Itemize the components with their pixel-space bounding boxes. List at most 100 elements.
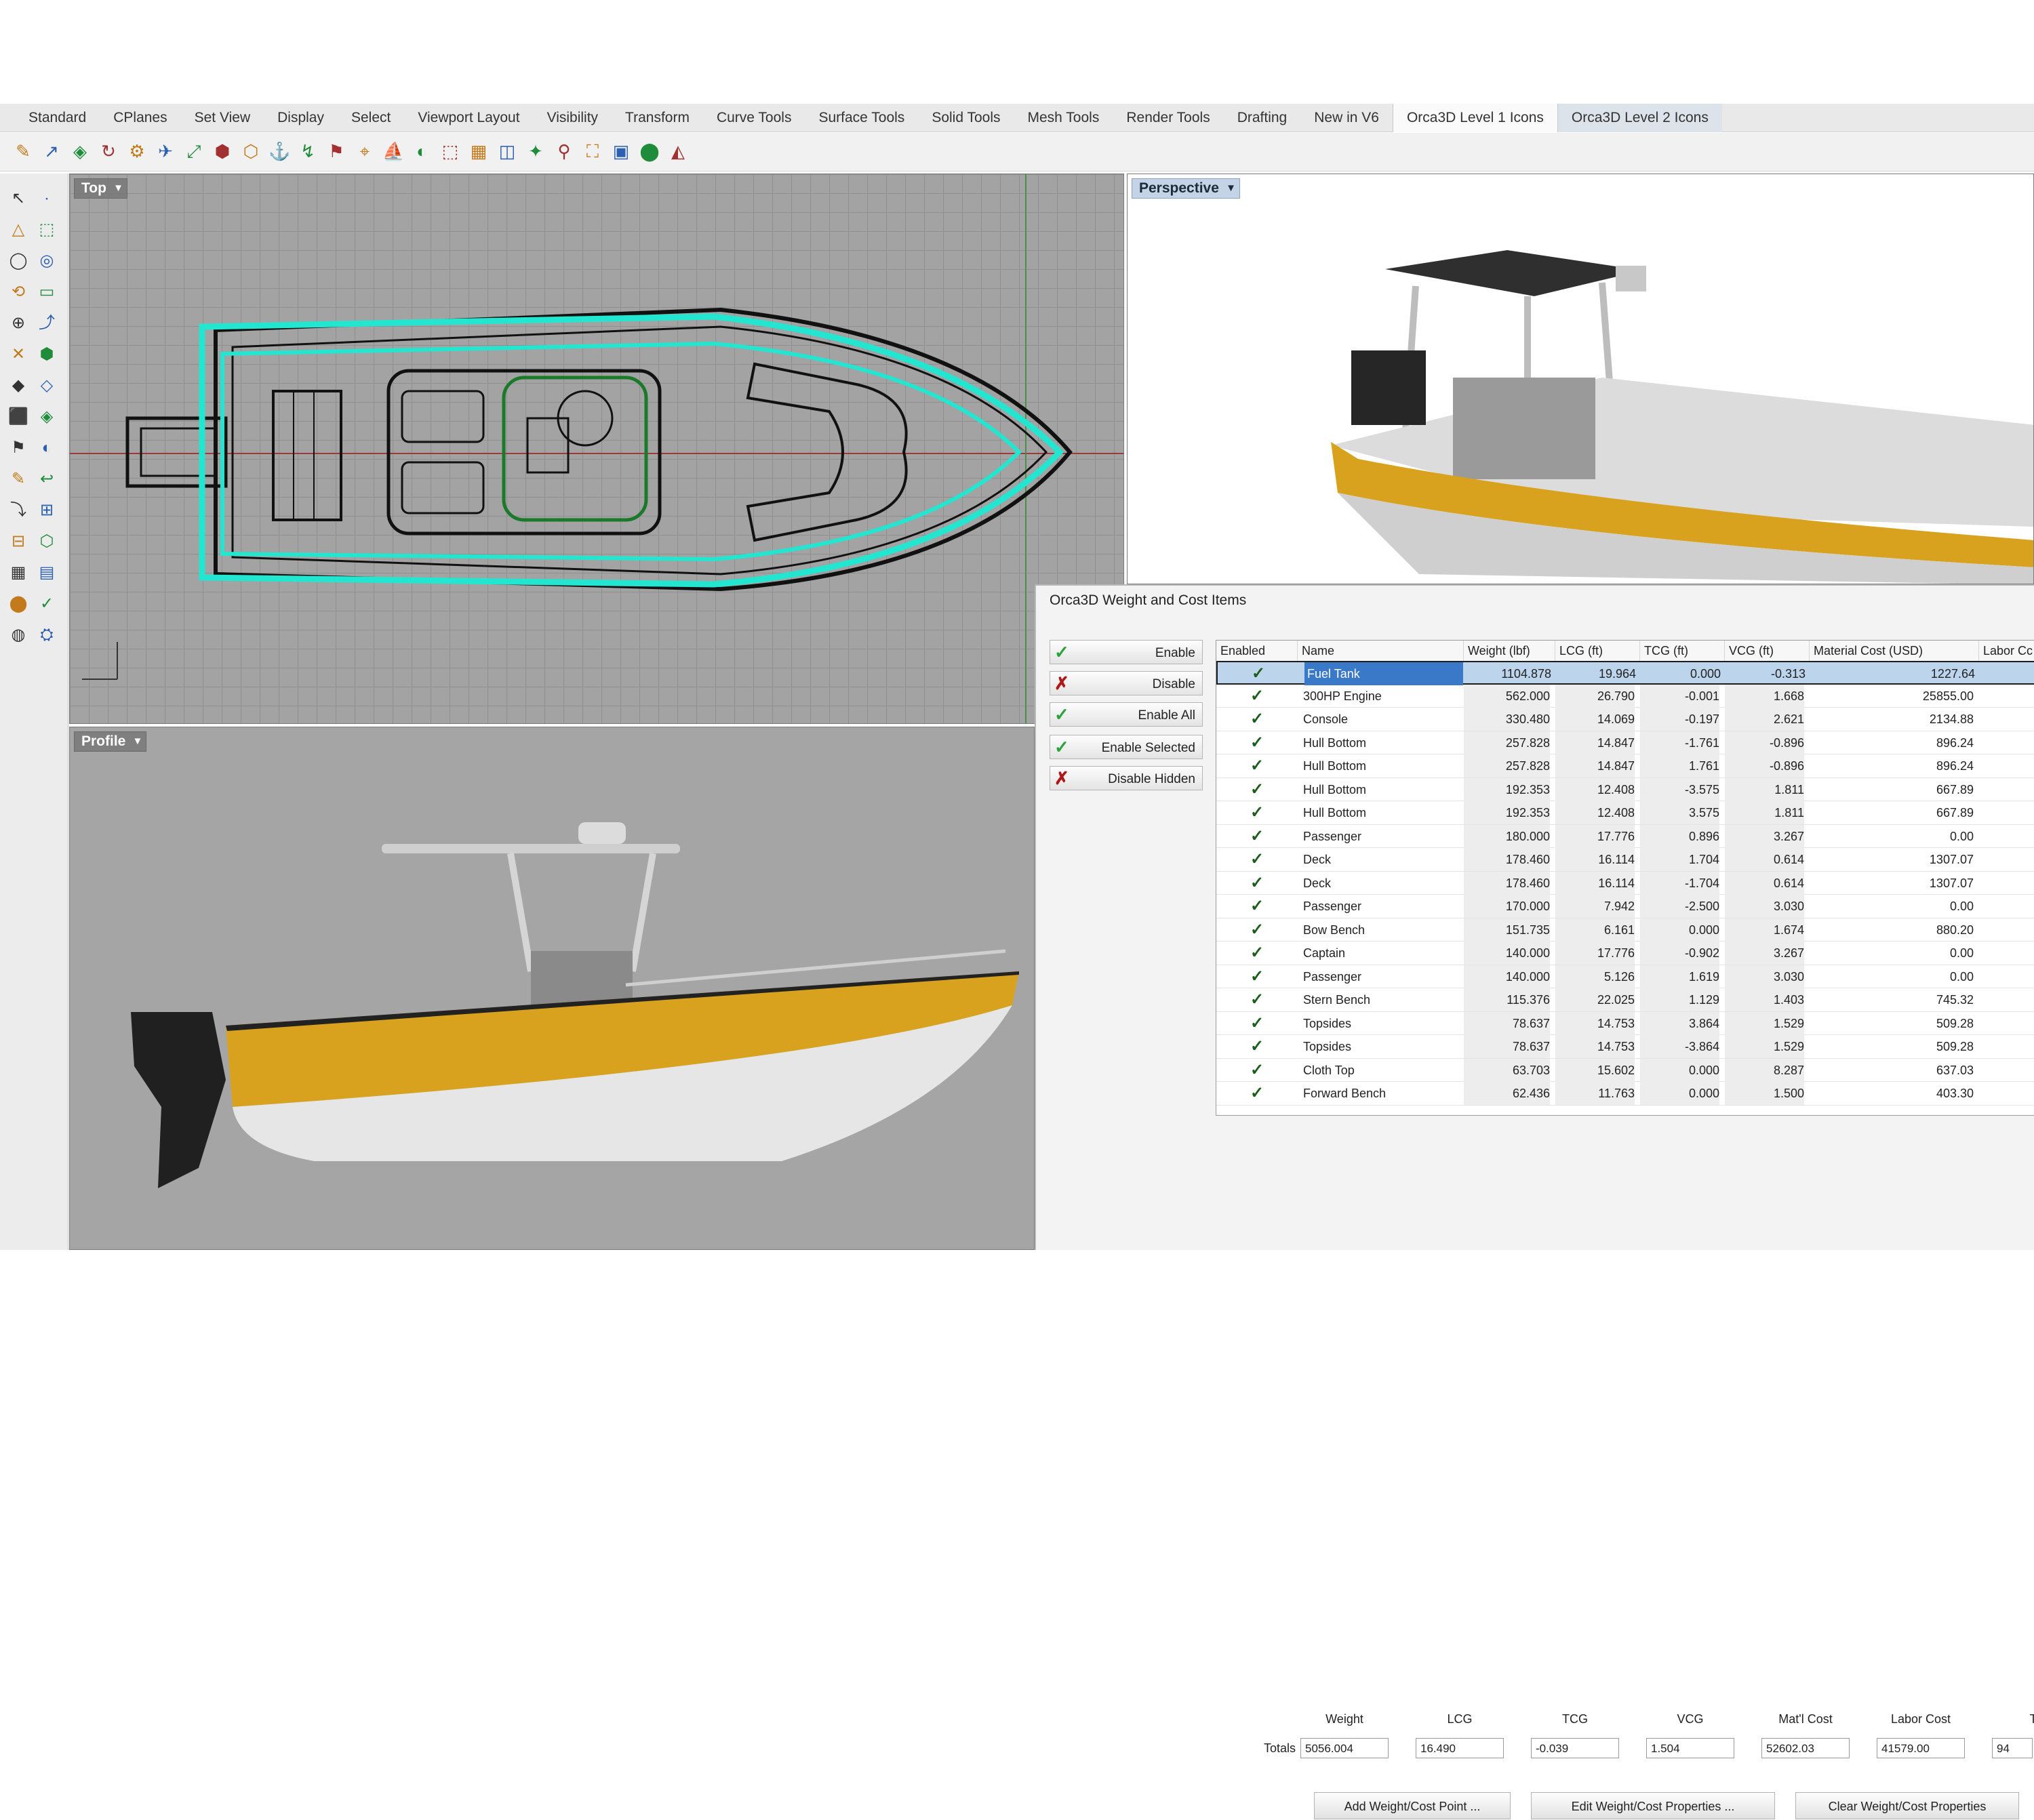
menu-tab-render-tools[interactable]: Render Tools: [1113, 104, 1223, 132]
pen-icon[interactable]: ✎: [12, 140, 34, 163]
menu-tab-orca3d-level-2-icons[interactable]: Orca3D Level 2 Icons: [1557, 103, 1722, 132]
star-icon[interactable]: ✦: [525, 140, 546, 163]
column-header[interactable]: Material Cost (USD): [1810, 641, 1979, 661]
perspective-viewport[interactable]: Perspective ▼: [1127, 174, 2034, 584]
table-row[interactable]: ✓ Hull Bottom 257.828 14.847 -1.761 -0.896 896…: [1216, 731, 2034, 754]
left-tool-icon[interactable]: ⤴: [35, 312, 58, 335]
menu-tab-orca3d-level-1-icons[interactable]: Orca3D Level 1 Icons: [1392, 103, 1558, 132]
frame-icon[interactable]: ⬚: [439, 140, 461, 163]
hex-icon[interactable]: ⬢: [212, 140, 233, 163]
table-row[interactable]: ✓ Captain 140.000 17.776 -0.902 3.267 0.00: [1216, 942, 2034, 965]
search-icon[interactable]: ⚲: [553, 140, 575, 163]
table-row[interactable]: ✓ Hull Bottom 192.353 12.408 -3.575 1.811 667.…: [1216, 777, 2034, 801]
menu-tab-cplanes[interactable]: CPlanes: [100, 104, 180, 132]
rotate-icon[interactable]: ↻: [98, 140, 119, 163]
bottom-button-clear[interactable]: Clear Weight/Cost Properties: [1795, 1792, 2019, 1819]
side-button-enable-all[interactable]: ✓ Enable All: [1050, 702, 1203, 727]
table-row[interactable]: ✓ Topsides 78.637 14.753 -3.864 1.529 509.28: [1216, 1035, 2034, 1059]
table-row[interactable]: ✓ Forward Bench 62.436 11.763 0.000 1.500 403.…: [1216, 1082, 2034, 1106]
menu-tab-transform[interactable]: Transform: [612, 104, 703, 132]
layers-icon[interactable]: ◈: [69, 140, 91, 163]
left-tool-icon[interactable]: ▦: [7, 561, 30, 584]
anchor-icon[interactable]: ⚓: [268, 140, 290, 163]
table-row[interactable]: ✓ Passenger 180.000 17.776 0.896 3.267 0.00: [1216, 824, 2034, 848]
check-icon[interactable]: ✓: [1216, 1082, 1298, 1105]
left-tool-icon[interactable]: ·: [35, 187, 58, 210]
side-button-disable-hidden[interactable]: ✗ Disable Hidden: [1050, 766, 1203, 790]
left-tool-icon[interactable]: ▤: [35, 561, 58, 584]
check-icon[interactable]: ✓: [1216, 942, 1298, 965]
left-tool-icon[interactable]: ⛭: [35, 624, 58, 647]
profile-viewport[interactable]: Profile ▼: [69, 727, 1035, 1250]
table-row[interactable]: ✓ Console 330.480 14.069 -0.197 2.621 2134.88: [1216, 708, 2034, 731]
column-header[interactable]: Labor Cc: [1979, 641, 2034, 661]
menu-tab-mesh-tools[interactable]: Mesh Tools: [1014, 104, 1113, 132]
left-tool-icon[interactable]: ↩: [35, 468, 58, 491]
left-tool-icon[interactable]: ⬡: [35, 530, 58, 553]
bottom-button-edit[interactable]: Edit Weight/Cost Properties ...: [1531, 1792, 1775, 1819]
dot-icon[interactable]: ⬤: [639, 140, 660, 163]
check-icon[interactable]: ✓: [1216, 918, 1298, 942]
bottom-button-add[interactable]: Add Weight/Cost Point ...: [1314, 1792, 1511, 1819]
left-tool-icon[interactable]: ◎: [35, 249, 58, 272]
left-tool-icon[interactable]: ◇: [35, 374, 58, 397]
check-icon[interactable]: ✓: [1216, 872, 1298, 895]
menu-tab-surface-tools[interactable]: Surface Tools: [805, 104, 918, 132]
column-header[interactable]: Enabled: [1216, 641, 1298, 661]
column-header[interactable]: VCG (ft): [1725, 641, 1810, 661]
triangle-icon[interactable]: ◭: [667, 140, 689, 163]
table-row[interactable]: ✓ Stern Bench 115.376 22.025 1.129 1.403 745.3…: [1216, 988, 2034, 1012]
left-tool-icon[interactable]: ⚑: [7, 437, 30, 460]
check-icon[interactable]: ✓: [1216, 848, 1298, 871]
table-row[interactable]: ✓ Deck 178.460 16.114 -1.704 0.614 1307.07: [1216, 871, 2034, 895]
check-icon[interactable]: ✓: [1216, 801, 1298, 824]
table-row[interactable]: ✓ Deck 178.460 16.114 1.704 0.614 1307.07: [1216, 848, 2034, 872]
grid-icon[interactable]: ▦: [468, 140, 490, 163]
check-icon[interactable]: ✓: [1216, 895, 1298, 918]
panel-icon[interactable]: ◫: [496, 140, 518, 163]
column-header[interactable]: LCG (ft): [1555, 641, 1640, 661]
check-icon[interactable]: ✓: [1216, 754, 1298, 777]
left-tool-icon[interactable]: △: [7, 218, 30, 241]
side-button-enable-selected[interactable]: ✓ Enable Selected: [1050, 735, 1203, 759]
menu-tab-curve-tools[interactable]: Curve Tools: [703, 104, 805, 132]
left-tool-icon[interactable]: ◈: [35, 405, 58, 428]
menu-tab-set-view[interactable]: Set View: [181, 104, 264, 132]
table-row[interactable]: ✓ Cloth Top 63.703 15.602 0.000 8.287 637.03: [1216, 1058, 2034, 1082]
left-tool-icon[interactable]: ⊕: [7, 312, 30, 335]
left-tool-icon[interactable]: ⊞: [35, 499, 58, 522]
menu-tab-drafting[interactable]: Drafting: [1224, 104, 1301, 132]
left-tool-icon[interactable]: ⬛: [7, 405, 30, 428]
table-row[interactable]: ✓ Passenger 140.000 5.126 1.619 3.030 0.00: [1216, 965, 2034, 988]
left-tool-icon[interactable]: ↖: [7, 187, 30, 210]
menu-tab-select[interactable]: Select: [338, 104, 404, 132]
check-icon[interactable]: ✓: [1216, 1012, 1298, 1035]
check-icon[interactable]: ✓: [1216, 708, 1298, 731]
left-tool-icon[interactable]: ⬚: [35, 218, 58, 241]
half-circle-icon[interactable]: ◐: [411, 140, 433, 163]
left-tool-icon[interactable]: ⟲: [7, 281, 30, 304]
column-header[interactable]: Name: [1298, 641, 1464, 661]
table-row[interactable]: ✓ Bow Bench 151.735 6.161 0.000 1.674 880.20: [1216, 918, 2034, 942]
gear-icon[interactable]: ⚙: [126, 140, 148, 163]
left-tool-icon[interactable]: ▭: [35, 281, 58, 304]
left-tool-icon[interactable]: ⬢: [35, 343, 58, 366]
arrow-icon[interactable]: ↗: [41, 140, 62, 163]
check-icon[interactable]: ✓: [1218, 662, 1299, 685]
top-viewport[interactable]: Top ▼: [69, 174, 1124, 724]
left-tool-icon[interactable]: ⬤: [7, 592, 30, 615]
boat-icon[interactable]: ⛵: [382, 140, 404, 163]
check-icon[interactable]: ✓: [1216, 965, 1298, 988]
weight-cost-grid[interactable]: Enabled Name Weight (lbf) LCG (ft) TCG (ft) V…: [1216, 640, 2034, 1116]
menu-tab-viewport-layout[interactable]: Viewport Layout: [404, 104, 533, 132]
side-button-disable[interactable]: ✗ Disable: [1050, 671, 1203, 695]
fullscreen-icon[interactable]: ⛶: [582, 140, 603, 163]
check-icon[interactable]: ✓: [1216, 1035, 1298, 1058]
check-icon[interactable]: ✓: [1216, 1059, 1298, 1082]
left-tool-icon[interactable]: ✓: [35, 592, 58, 615]
square-icon[interactable]: ▣: [610, 140, 632, 163]
bolt-icon[interactable]: ↯: [297, 140, 319, 163]
expand-icon[interactable]: ⤢: [183, 140, 205, 163]
hex-outline-icon[interactable]: ⬡: [240, 140, 262, 163]
check-icon[interactable]: ✓: [1216, 731, 1298, 754]
